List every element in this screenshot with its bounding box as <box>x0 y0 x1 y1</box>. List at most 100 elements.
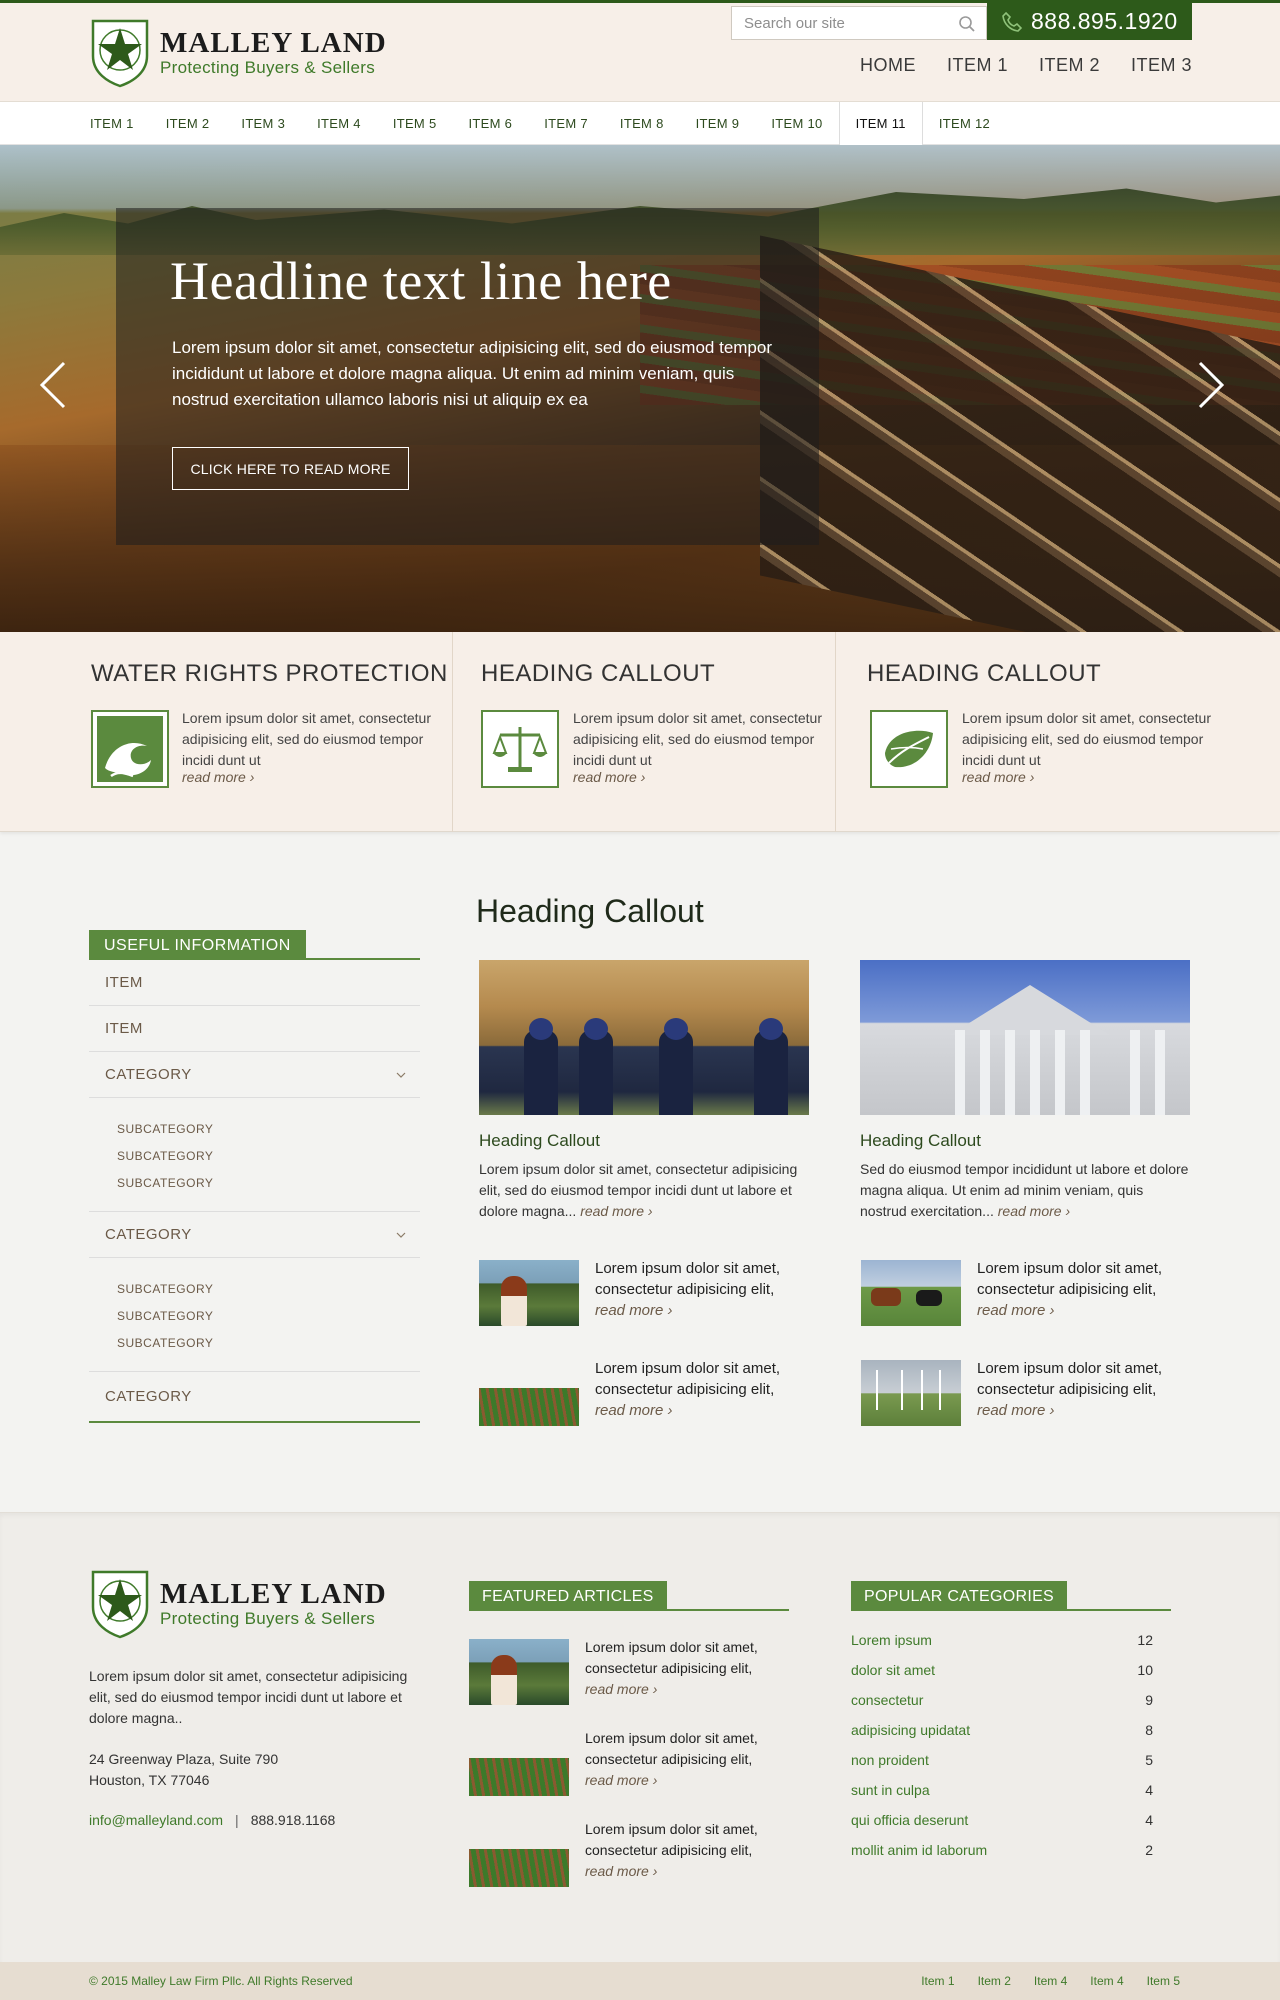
sidebar-category-2[interactable]: CATEGORY <box>89 1212 420 1258</box>
category-row[interactable]: Lorem ipsum 12 <box>851 1625 1153 1655</box>
popular-categories-header: POPULAR CATEGORIES <box>851 1581 1171 1611</box>
sidebar-subcategory[interactable]: SUBCATEGORY <box>117 1330 420 1357</box>
search-input[interactable] <box>744 14 944 32</box>
woman-photo-thumbnail[interactable] <box>469 1639 569 1705</box>
sidebar-subcategory[interactable]: SUBCATEGORY <box>117 1143 420 1170</box>
mini-article-text: Lorem ipsum dolor sit amet, consectetur … <box>977 1260 1163 1298</box>
footer-about: Lorem ipsum dolor sit amet, consectetur … <box>89 1666 429 1791</box>
category-row[interactable]: dolor sit amet 10 <box>851 1655 1153 1685</box>
read-more-link[interactable]: read more › <box>585 1863 657 1879</box>
officer-helmet <box>529 1018 553 1040</box>
callout-read-more-link[interactable]: read more › <box>962 769 1034 785</box>
nav-item-3[interactable]: ITEM 3 <box>1131 55 1192 76</box>
feature-title[interactable]: Heading Callout <box>860 1131 1190 1151</box>
search-icon[interactable] <box>958 15 976 33</box>
subnav-item-5[interactable]: ITEM 5 <box>377 102 453 145</box>
feature-title[interactable]: Heading Callout <box>479 1131 809 1151</box>
featured-article-text: Lorem ipsum dolor sit amet, consectetur … <box>585 1821 758 1858</box>
sidebar-item[interactable]: ITEM <box>89 1006 420 1052</box>
read-more-link[interactable]: read more › <box>595 1302 673 1319</box>
search-box[interactable] <box>731 6 987 40</box>
farm-field-photo-thumbnail[interactable] <box>469 1730 569 1796</box>
read-more-link[interactable]: read more › <box>585 1772 657 1788</box>
phone-banner[interactable]: 888.895.1920 <box>987 3 1192 40</box>
bottom-link[interactable]: Item 2 <box>978 1974 1011 1988</box>
callout-heading-3: HEADING CALLOUT Lorem ipsum dolor sit am… <box>835 632 1280 832</box>
callout-text: Lorem ipsum dolor sit amet, consectetur … <box>962 710 1211 768</box>
sidebar-category-3[interactable]: CATEGORY <box>89 1372 420 1423</box>
footer-logo[interactable]: MALLEY LAND Protecting Buyers & Sellers <box>90 1569 387 1639</box>
callout-heading-2: HEADING CALLOUT Lorem ipsum dolor sit am… <box>452 632 835 832</box>
callout-read-more-link[interactable]: read more › <box>182 769 254 785</box>
wind-turbines-photo-thumbnail[interactable] <box>861 1360 961 1426</box>
feature-article-1: Heading Callout Lorem ipsum dolor sit am… <box>479 960 809 1222</box>
read-more-link[interactable]: read more › <box>977 1402 1055 1419</box>
read-more-link[interactable]: read more › <box>585 1681 657 1697</box>
read-more-label: read more <box>573 769 637 785</box>
subnav-item-3[interactable]: ITEM 3 <box>225 102 301 145</box>
category-row[interactable]: non proident 5 <box>851 1745 1153 1775</box>
category-row[interactable]: adipisicing upidatat 8 <box>851 1715 1153 1745</box>
phone-number: 888.895.1920 <box>1031 8 1178 34</box>
callout-read-more-link[interactable]: read more › <box>573 769 645 785</box>
officer-figure <box>659 1030 693 1115</box>
chevron-right-icon[interactable] <box>1196 360 1226 410</box>
category-count: 5 <box>1145 1752 1153 1768</box>
copyright-bar: © 2015 Malley Law Firm Pllc. All Rights … <box>0 1962 1280 2000</box>
address-line-2: Houston, TX 77046 <box>89 1772 210 1788</box>
bottom-link[interactable]: Item 5 <box>1147 1974 1180 1988</box>
contact-separator: | <box>235 1812 239 1828</box>
sidebar-item[interactable]: ITEM <box>89 960 420 1006</box>
capitol-building-photo[interactable] <box>860 960 1190 1115</box>
subnav-item-8[interactable]: ITEM 8 <box>604 102 680 145</box>
sidebar-subcategory[interactable]: SUBCATEGORY <box>117 1303 420 1330</box>
footer-email-link[interactable]: info@malleyland.com <box>89 1812 223 1828</box>
bottom-link[interactable]: Item 1 <box>921 1974 954 1988</box>
subnav-item-11[interactable]: ITEM 11 <box>838 102 923 145</box>
bottom-link[interactable]: Item 4 <box>1034 1974 1067 1988</box>
nav-item-1[interactable]: ITEM 1 <box>947 55 1008 76</box>
footer-phone: 888.918.1168 <box>250 1812 336 1828</box>
category-row[interactable]: sunt in culpa 4 <box>851 1775 1153 1805</box>
nav-item-2[interactable]: ITEM 2 <box>1039 55 1100 76</box>
building-column <box>1080 1030 1090 1115</box>
sidebar-subcategory[interactable]: SUBCATEGORY <box>117 1116 420 1143</box>
sidebar-category-1[interactable]: CATEGORY <box>89 1052 420 1098</box>
farm-field-photo-thumbnail[interactable] <box>479 1360 579 1426</box>
wave-icon <box>97 716 163 782</box>
hero-read-more-button[interactable]: CLICK HERE TO READ MORE <box>172 447 409 490</box>
site-logo[interactable]: MALLEY LAND Protecting Buyers & Sellers <box>90 18 387 88</box>
read-more-link[interactable]: read more › <box>595 1402 673 1419</box>
featured-article: Lorem ipsum dolor sit amet, consectetur … <box>469 1730 789 1796</box>
nav-home[interactable]: HOME <box>860 55 916 76</box>
mini-article-text: Lorem ipsum dolor sit amet, consectetur … <box>595 1260 781 1298</box>
read-more-link[interactable]: read more › <box>998 1203 1070 1219</box>
subnav-item-2[interactable]: ITEM 2 <box>150 102 226 145</box>
subnav-item-6[interactable]: ITEM 6 <box>453 102 529 145</box>
category-row[interactable]: qui officia deserunt 4 <box>851 1805 1153 1835</box>
subnav-item-12[interactable]: ITEM 12 <box>923 102 1006 145</box>
police-photo[interactable] <box>479 960 809 1115</box>
chevron-left-icon[interactable] <box>38 360 68 410</box>
subnav-item-10[interactable]: ITEM 10 <box>755 102 838 145</box>
subnav-item-1[interactable]: ITEM 1 <box>74 102 150 145</box>
read-more-link[interactable]: read more › <box>580 1203 652 1219</box>
farm-field-photo-thumbnail[interactable] <box>469 1821 569 1887</box>
featured-article: Lorem ipsum dolor sit amet, consectetur … <box>469 1639 789 1705</box>
sidebar-subcategory[interactable]: SUBCATEGORY <box>117 1170 420 1197</box>
category-row[interactable]: consectetur 9 <box>851 1685 1153 1715</box>
read-more-link[interactable]: read more › <box>977 1302 1055 1319</box>
featured-article: Lorem ipsum dolor sit amet, consectetur … <box>469 1821 789 1887</box>
callout-title: HEADING CALLOUT <box>867 660 1102 687</box>
category-name: mollit anim id laborum <box>851 1842 988 1858</box>
bottom-link[interactable]: Item 4 <box>1090 1974 1123 1988</box>
subnav-item-9[interactable]: ITEM 9 <box>680 102 756 145</box>
scales-icon <box>492 727 548 772</box>
woman-photo-thumbnail[interactable] <box>479 1260 579 1326</box>
subnav-item-4[interactable]: ITEM 4 <box>301 102 377 145</box>
category-row[interactable]: mollit anim id laborum 2 <box>851 1835 1153 1865</box>
subnav-item-7[interactable]: ITEM 7 <box>528 102 604 145</box>
sidebar-subcategory[interactable]: SUBCATEGORY <box>117 1276 420 1303</box>
turbine-tower <box>876 1370 878 1410</box>
horses-photo-thumbnail[interactable] <box>861 1260 961 1326</box>
